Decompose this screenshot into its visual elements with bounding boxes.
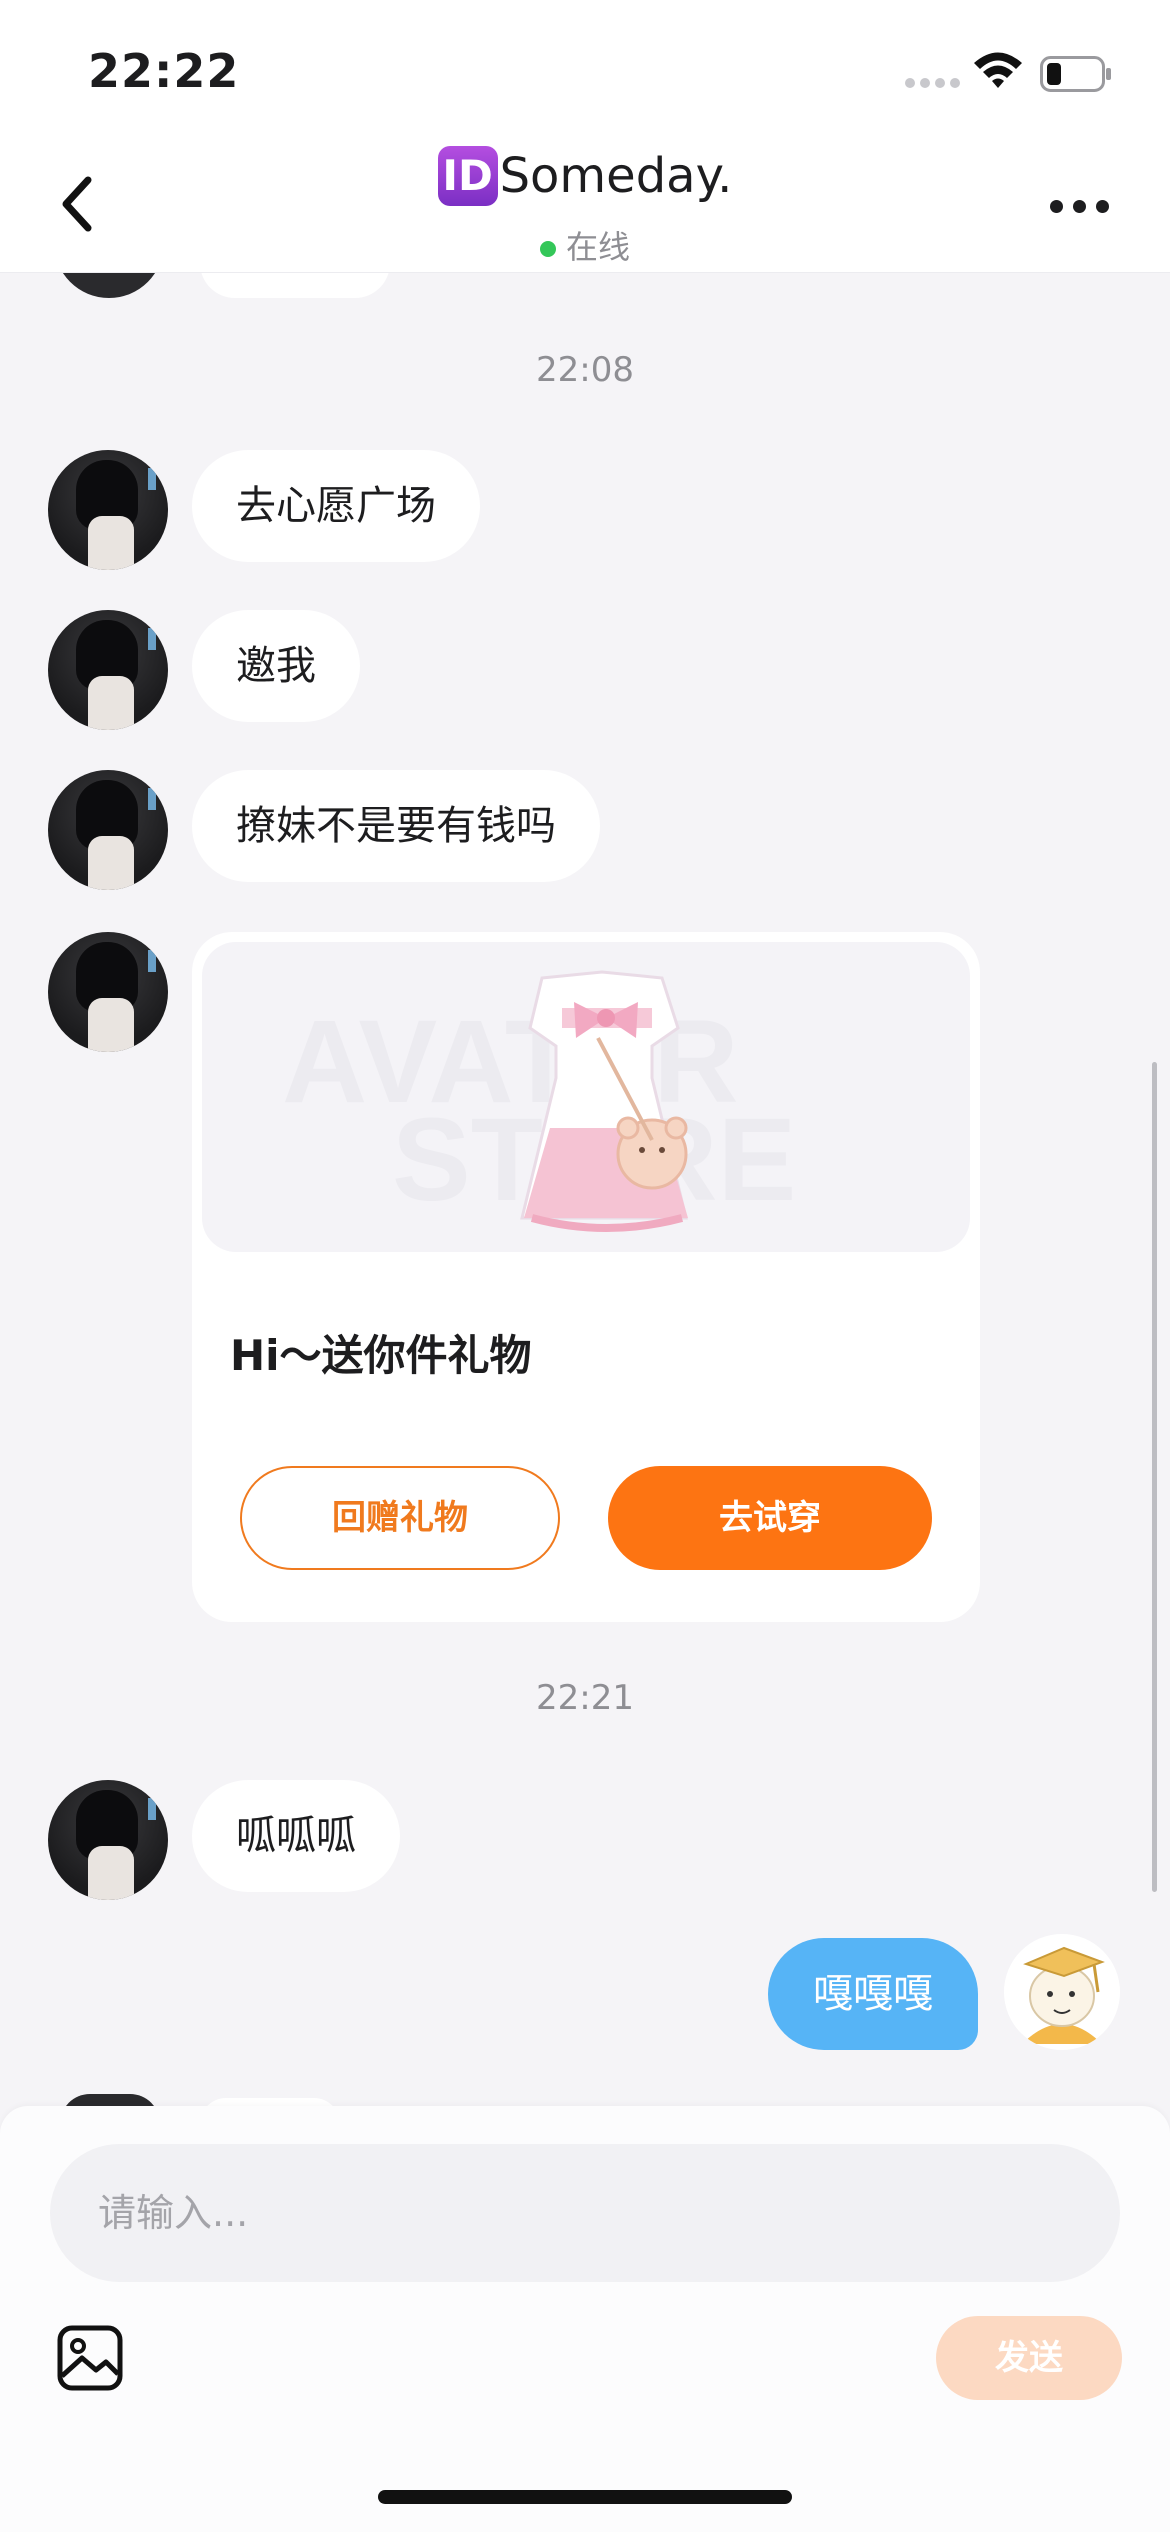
timestamp: 22:08: [536, 350, 634, 390]
contact-name: Someday.: [499, 148, 733, 204]
avatar[interactable]: [48, 770, 168, 890]
status-bar: 22:22: [0, 0, 1170, 140]
gift-card[interactable]: AVATAR STORE Hi～送你件礼物 回赠礼物 去试穿: [192, 932, 980, 1622]
my-message-bubble[interactable]: 嘎嘎嘎: [768, 1938, 978, 2050]
message-bubble[interactable]: 去心愿广场: [192, 450, 480, 562]
gift-image[interactable]: AVATAR STORE: [202, 942, 970, 1252]
composer: 请输入... 发送: [0, 2106, 1170, 2532]
avatar[interactable]: [48, 610, 168, 730]
dress-icon: [520, 970, 688, 1232]
avatar[interactable]: [48, 450, 168, 570]
scrollbar[interactable]: [1152, 1062, 1157, 1892]
gift-title: Hi～送你件礼物: [230, 1331, 532, 1380]
online-dot-icon: [539, 241, 556, 257]
message-bubble[interactable]: 呱呱呱: [192, 1780, 400, 1892]
status-time: 22:22: [88, 44, 240, 98]
avatar[interactable]: [54, 272, 164, 298]
image-icon[interactable]: [56, 2324, 124, 2392]
try-on-button[interactable]: 去试穿: [608, 1466, 932, 1570]
cellular-signal-icon: [905, 78, 961, 90]
home-indicator[interactable]: [378, 2490, 792, 2504]
wifi-icon: [974, 52, 1022, 88]
more-icon[interactable]: [1050, 200, 1110, 216]
message-bubble[interactable]: 撩妹不是要有钱吗: [192, 770, 600, 882]
cartoon-avatar-icon: [1004, 1934, 1120, 2050]
chat-title[interactable]: ID Someday.: [0, 146, 1170, 206]
send-button[interactable]: 发送: [936, 2316, 1122, 2400]
message-bubble[interactable]: [200, 272, 390, 298]
my-avatar[interactable]: [1004, 1934, 1120, 2050]
online-status-label: 在线: [565, 228, 630, 266]
message-input[interactable]: 请输入...: [50, 2144, 1120, 2282]
battery-icon: [1040, 56, 1111, 92]
message-bubble[interactable]: 邀我: [192, 610, 360, 722]
chat-header: ID Someday. 在线: [0, 140, 1170, 272]
online-status: 在线: [0, 222, 1170, 268]
avatar[interactable]: [48, 1780, 168, 1900]
message-list[interactable]: 22:08 去心愿广场 邀我 撩妹不是要有钱吗 AVATAR STORE: [0, 272, 1170, 2110]
return-gift-button[interactable]: 回赠礼物: [240, 1466, 560, 1570]
timestamp: 22:21: [536, 1678, 634, 1718]
avatar[interactable]: [48, 932, 168, 1052]
id-badge-icon: ID: [437, 146, 498, 206]
